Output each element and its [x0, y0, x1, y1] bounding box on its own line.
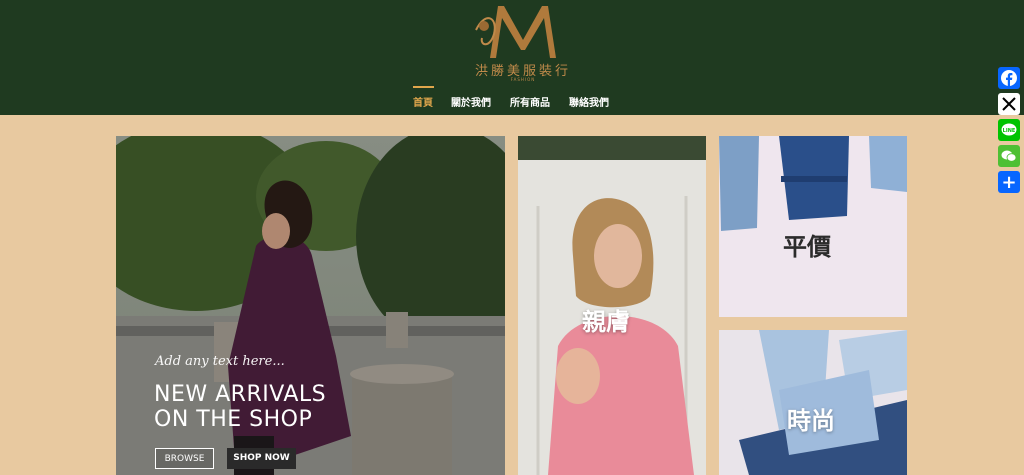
tile-label-fashion: 時尚 — [787, 407, 835, 435]
line-icon: LINE — [1001, 123, 1017, 136]
hero-title-line1: NEW ARRIVALS — [154, 382, 327, 407]
nav-item-home[interactable]: 首頁 — [413, 94, 433, 109]
brand-sub: FASHION — [510, 77, 536, 82]
hero-title-line2: ON THE SHOP — [154, 407, 313, 432]
category-tile-skin-friendly[interactable]: 親膚 — [518, 136, 706, 475]
nav-item-about[interactable]: 關於我們 — [451, 94, 491, 109]
more-share-button[interactable]: + — [998, 171, 1020, 193]
hero-banner[interactable]: Add any text here... NEW ARRIVALS ON THE… — [116, 136, 505, 475]
hero-title: NEW ARRIVALS ON THE SHOP — [154, 382, 326, 432]
line-share-button[interactable]: LINE — [998, 119, 1020, 141]
svg-text:LINE: LINE — [1003, 128, 1016, 134]
logo-mark-icon — [475, 6, 556, 58]
x-icon — [1002, 97, 1016, 111]
category-tile-affordable[interactable]: 平價 — [719, 136, 907, 317]
x-share-button[interactable] — [998, 93, 1020, 115]
plus-icon: + — [1001, 171, 1017, 193]
nav-item-contact[interactable]: 聯絡我們 — [569, 94, 609, 109]
tile-label-affordable: 平價 — [783, 233, 831, 261]
site-header: 洪勝美服裝行 FASHION 首頁 關於我們 所有商品 聯絡我們 — [0, 0, 1024, 115]
facebook-icon — [1001, 70, 1017, 86]
wechat-share-button[interactable] — [998, 145, 1020, 167]
nav-item-products[interactable]: 所有商品 — [510, 94, 550, 109]
wechat-icon — [1001, 150, 1017, 162]
brand-logo[interactable]: 洪勝美服裝行 FASHION — [468, 0, 578, 82]
facebook-share-button[interactable] — [998, 67, 1020, 89]
shop-now-button[interactable]: SHOP NOW — [227, 448, 296, 469]
tile-label-skin-friendly: 親膚 — [582, 308, 630, 336]
category-tile-fashion[interactable]: 時尚 — [719, 330, 907, 475]
hero-tagline: Add any text here... — [155, 354, 285, 369]
main-nav: 首頁 關於我們 所有商品 聯絡我們 — [0, 86, 1024, 115]
browse-button[interactable]: BROWSE — [155, 448, 214, 469]
